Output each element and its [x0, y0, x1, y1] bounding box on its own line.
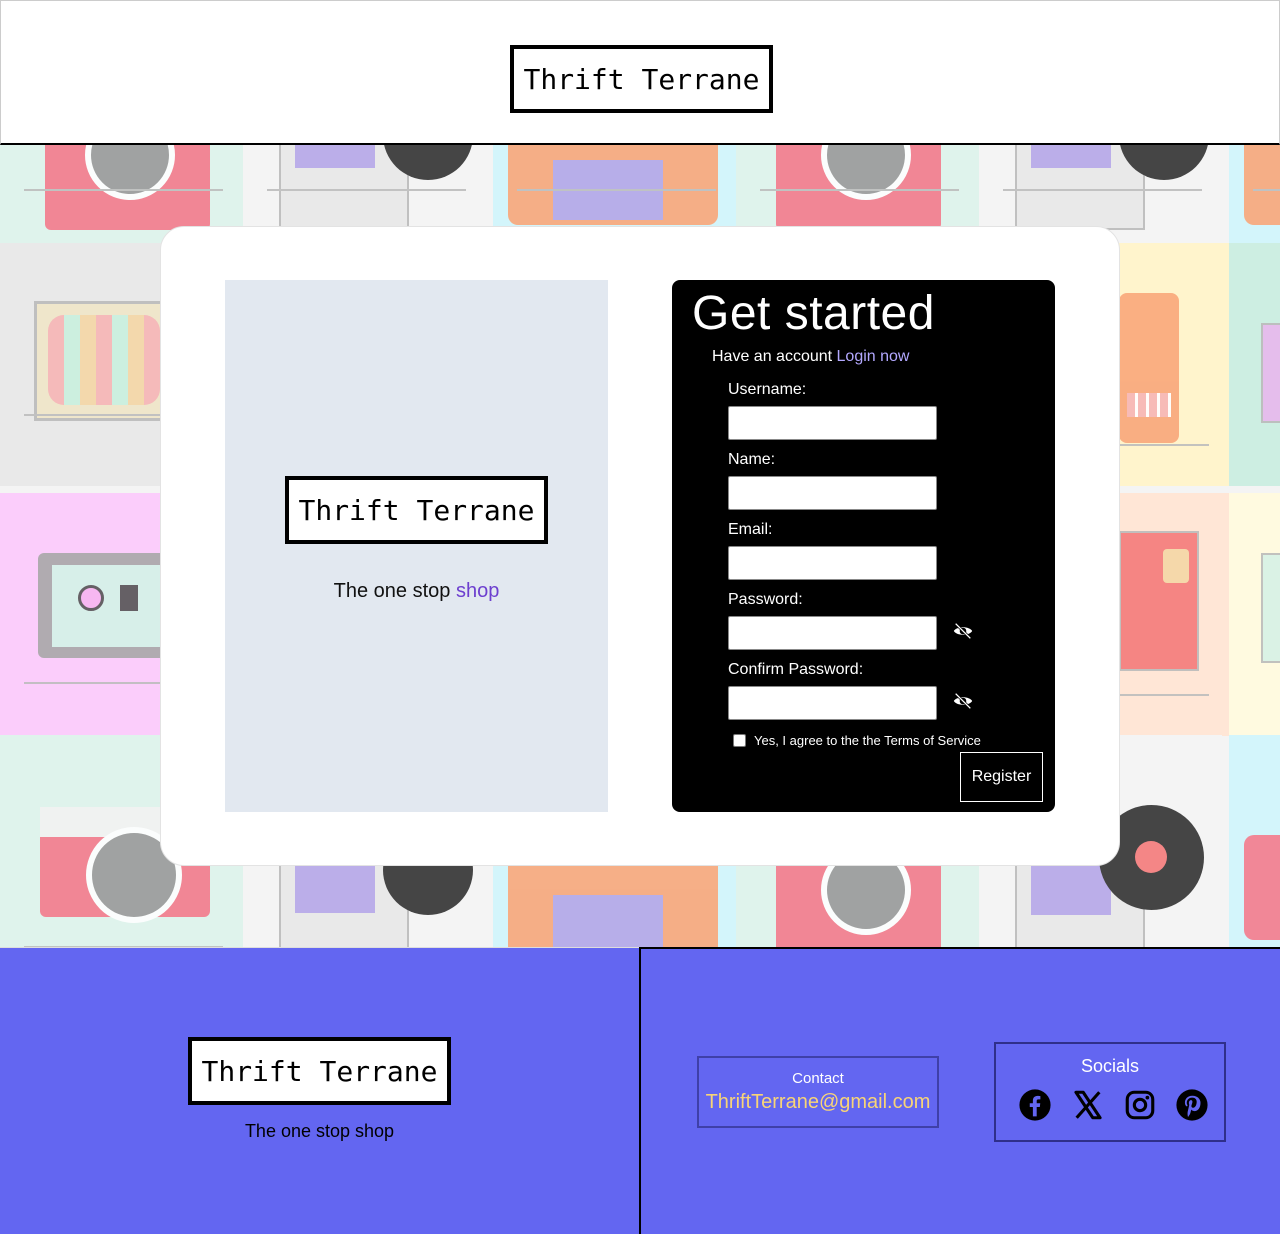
- password-label: Password:: [728, 591, 803, 608]
- email-input[interactable]: [728, 546, 937, 580]
- eye-slash-icon[interactable]: [952, 620, 974, 642]
- typewriter-illustration: [1229, 735, 1280, 947]
- register-button[interactable]: Register: [960, 752, 1043, 802]
- radio-illustration: [1229, 493, 1280, 736]
- social-icons: [996, 1088, 1224, 1122]
- contact-box: Contact ThriftTerrane@gmail.com: [697, 1056, 939, 1128]
- have-account-line: Have an account Login now: [712, 348, 909, 366]
- password-input[interactable]: [728, 616, 937, 650]
- username-input[interactable]: [728, 406, 937, 440]
- facebook-icon[interactable]: [1018, 1088, 1052, 1122]
- tagline-prefix: The one stop: [333, 580, 456, 602]
- pinterest-icon[interactable]: [1175, 1088, 1209, 1122]
- x-icon[interactable]: [1071, 1088, 1105, 1122]
- terms-checkbox[interactable]: [733, 734, 746, 747]
- socials-box: Socials: [994, 1042, 1226, 1142]
- promo-logo: Thrift Terrane: [285, 476, 548, 544]
- terms-label: Yes, I agree to the the Terms of Service: [754, 733, 981, 748]
- name-input[interactable]: [728, 476, 937, 510]
- confirm-password-input[interactable]: [728, 686, 937, 720]
- email-label: Email:: [728, 521, 773, 538]
- registration-form: Get started Have an account Login now Us…: [672, 280, 1055, 812]
- footer-brand: Thrift Terrane The one stop shop: [0, 947, 639, 1234]
- confirm-password-label: Confirm Password:: [728, 661, 864, 678]
- tagline-accent: shop: [455, 580, 500, 602]
- instagram-icon[interactable]: [1123, 1088, 1157, 1122]
- turntable-illustration: [1119, 493, 1229, 736]
- radio-illustration: [1229, 243, 1280, 486]
- typewriter-illustration: [1119, 243, 1229, 486]
- have-account-text: Have an account: [712, 348, 837, 365]
- site-logo[interactable]: Thrift Terrane: [510, 45, 773, 113]
- brand-promo-panel: Thrift Terrane The one stop shop: [225, 280, 608, 812]
- footer-tagline: The one stop shop: [244, 1121, 395, 1141]
- login-link[interactable]: Login now: [837, 348, 910, 365]
- promo-tagline: The one stop shop: [225, 580, 608, 603]
- contact-title: Contact: [792, 1070, 844, 1087]
- footer-logo[interactable]: Thrift Terrane: [188, 1037, 451, 1105]
- username-label: Username:: [728, 381, 807, 398]
- footer-links: Contact ThriftTerrane@gmail.com Socials: [639, 947, 1280, 1234]
- site-header: Thrift Terrane: [0, 0, 1280, 145]
- contact-email-link[interactable]: ThriftTerrane@gmail.com: [699, 1091, 937, 1114]
- socials-title: Socials: [1080, 1056, 1140, 1076]
- name-label: Name:: [728, 451, 776, 468]
- eye-slash-icon[interactable]: [952, 690, 974, 712]
- form-title: Get started: [692, 287, 935, 340]
- typewriter-illustration: [1229, 145, 1280, 243]
